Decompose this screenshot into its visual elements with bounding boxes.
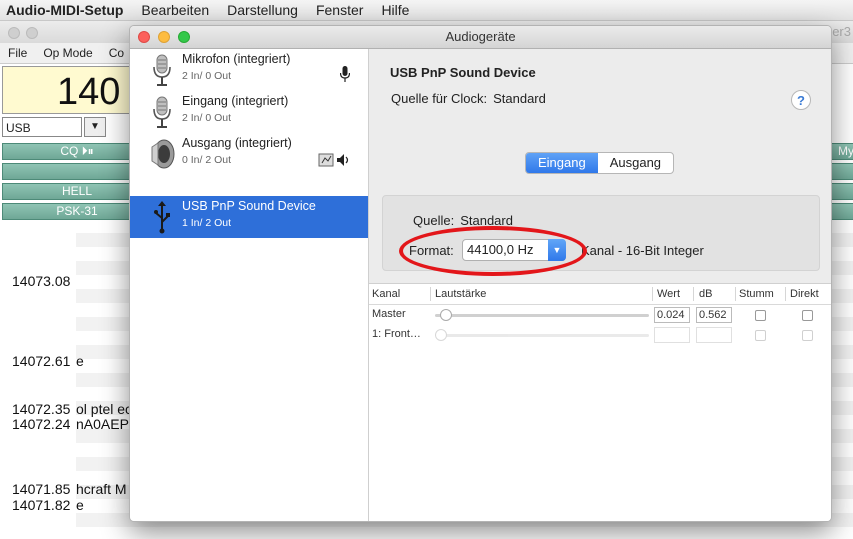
usb-icon	[154, 201, 170, 234]
db-field[interactable]: 0.562	[696, 307, 732, 323]
bg-minimize-dot[interactable]	[26, 27, 38, 39]
highlight-ellipse	[399, 226, 587, 276]
device-name: Mikrofon (integriert)	[182, 52, 291, 66]
device-io: 2 In/ 0 Out	[182, 112, 232, 124]
device-detail-pane: USB PnP Sound Device Quelle für Clock: St…	[369, 49, 831, 521]
device-name: Ausgang (integriert)	[182, 136, 292, 150]
device-item-ausgang[interactable]: Ausgang (integriert) 0 In/ 2 Out	[130, 133, 368, 175]
volume-slider[interactable]	[435, 309, 649, 321]
channel-name: Master	[372, 308, 406, 320]
tab-eingang[interactable]: Eingang	[526, 153, 598, 173]
mode-select[interactable]: USB	[2, 117, 82, 137]
device-name: Eingang (integriert)	[182, 94, 289, 108]
default-input-microphone-icon	[340, 66, 350, 82]
tab-ausgang[interactable]: Ausgang	[598, 153, 673, 173]
microphone-icon	[153, 96, 171, 128]
log-row: 14071.82 e	[12, 497, 84, 513]
clock-source-value: Standard	[493, 91, 546, 106]
device-item-eingang[interactable]: Eingang (integriert) 2 In/ 0 Out	[130, 91, 368, 133]
col-db: dB	[699, 288, 713, 300]
col-lautstaerke: Lautstärke	[435, 288, 487, 300]
io-segmented-control: Eingang Ausgang	[525, 152, 675, 174]
thru-checkbox[interactable]	[802, 310, 813, 321]
device-list: Mikrofon (integriert) 2 In/ 0 Out Eingan…	[130, 49, 369, 521]
mute-checkbox[interactable]	[755, 330, 766, 341]
clock-source: Quelle für Clock: Standard	[391, 91, 546, 106]
speaker-icon	[151, 139, 175, 169]
clock-source-label: Quelle für Clock:	[391, 91, 488, 106]
menubar-app-name[interactable]: Audio-MIDI-Setup	[0, 2, 132, 18]
frequency-text: 140	[57, 71, 121, 113]
device-io: 2 In/ 0 Out	[182, 70, 232, 82]
device-io: 1 In/ 2 Out	[182, 217, 232, 229]
volume-slider-knob[interactable]	[435, 329, 447, 341]
col-direkt: Direkt	[790, 288, 819, 300]
bg-close-dot[interactable]	[8, 27, 20, 39]
audio-devices-window: Audiogeräte Mikrofon (integriert) 2 In/ …	[129, 25, 832, 522]
bg-menu-co[interactable]: Co	[101, 46, 132, 60]
bg-menu-file[interactable]: File	[0, 46, 35, 60]
menu-darstellung[interactable]: Darstellung	[218, 2, 307, 18]
log-row: 14072.35 ol ptel ec	[12, 401, 133, 417]
table-row: 1: Front…	[369, 325, 831, 345]
frequency-display: 140	[2, 66, 134, 114]
db-field[interactable]	[696, 327, 732, 343]
close-button[interactable]	[138, 31, 150, 43]
log-row: 14072.24 nA0AEP	[12, 416, 129, 432]
mode-dropdown-arrow[interactable]: ▼	[84, 117, 106, 137]
col-kanal: Kanal	[372, 288, 401, 300]
col-stumm: Stumm	[739, 288, 774, 300]
menu-hilfe[interactable]: Hilfe	[372, 2, 418, 18]
bg-menu-opmode[interactable]: Op Mode	[35, 46, 100, 60]
channel-name: 1: Front…	[372, 328, 421, 340]
format-group: Quelle: Standard Format: 44100,0 Hz ▼ Kan…	[382, 195, 820, 276]
col-wert: Wert	[657, 288, 681, 300]
background-title-fragment: er3	[832, 24, 851, 39]
mute-checkbox[interactable]	[755, 310, 766, 321]
value-field[interactable]: 0.024	[654, 307, 690, 323]
default-output-icons	[318, 153, 349, 167]
device-item-mikrofon[interactable]: Mikrofon (integriert) 2 In/ 0 Out	[130, 49, 368, 91]
zoom-button[interactable]	[178, 31, 190, 43]
log-row: 14071.85 hcraft M	[12, 481, 127, 497]
device-title: USB PnP Sound Device	[390, 65, 536, 80]
thru-checkbox[interactable]	[802, 330, 813, 341]
device-io: 0 In/ 2 Out	[182, 154, 232, 166]
log-row: 14073.08	[12, 273, 71, 289]
volume-slider[interactable]	[435, 329, 649, 341]
log-row: 14072.61 e	[12, 353, 84, 369]
channel-table: Kanal Lautstärke Wert dB Stumm Direkt Ma…	[369, 283, 831, 521]
window-title: Audiogeräte	[130, 26, 831, 49]
source-label: Quelle:	[413, 213, 455, 228]
device-name: USB PnP Sound Device	[182, 199, 316, 213]
menu-fenster[interactable]: Fenster	[307, 2, 372, 18]
value-field[interactable]	[654, 327, 690, 343]
menubar: Audio-MIDI-Setup Bearbeiten Darstellung …	[0, 0, 853, 21]
microphone-icon	[153, 54, 171, 86]
format-channel-bitdepth: Kanal - 16-Bit Integer	[581, 243, 704, 258]
help-button[interactable]: ?	[791, 90, 811, 110]
table-row: Master 0.024 0.562	[369, 305, 831, 325]
minimize-button[interactable]	[158, 31, 170, 43]
menu-bearbeiten[interactable]: Bearbeiten	[132, 2, 218, 18]
volume-slider-knob[interactable]	[439, 309, 452, 321]
device-item-usb-pnp[interactable]: USB PnP Sound Device 1 In/ 2 Out	[130, 196, 368, 238]
